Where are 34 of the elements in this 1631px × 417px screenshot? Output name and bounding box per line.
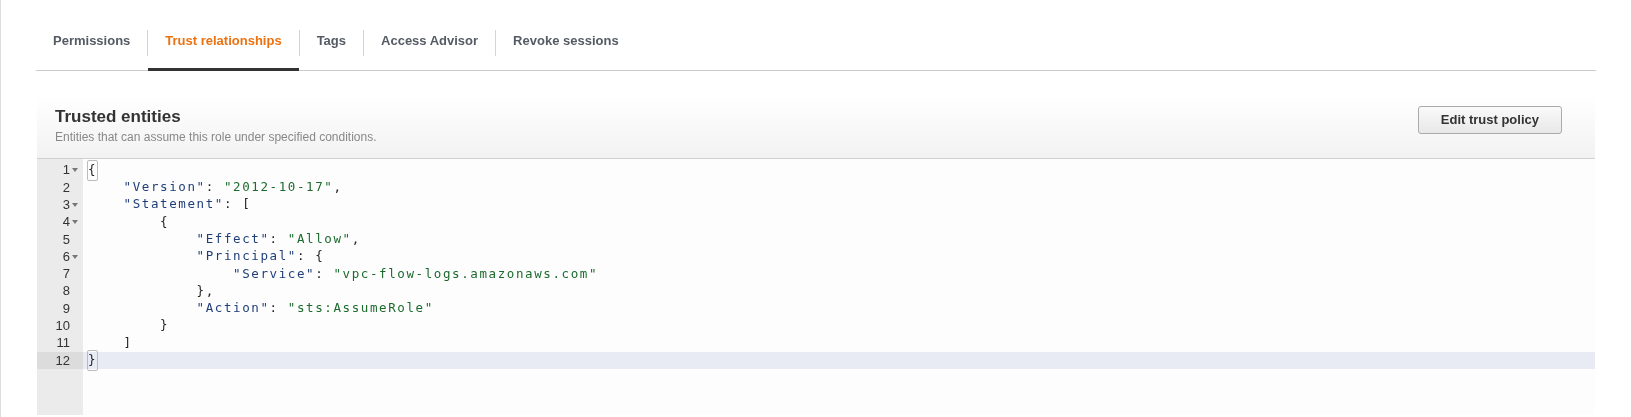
panel-title: Trusted entities bbox=[55, 105, 182, 128]
code-line: }, bbox=[195, 281, 215, 300]
line-number: 12 bbox=[55, 351, 70, 370]
line-number: 6 bbox=[62, 247, 70, 266]
code-line: "Principal": { bbox=[195, 247, 325, 266]
code-editor[interactable]: 1 2 3 4 5 6 7 8 9 10 11 12 { "Version": "2012-10-17", "Statement": [ { "Effect": "Allow", "Principal": { "Service": "vpc-flow-logs.amazonaws.com" }, "Action": "sts:AssumeRole" } ] } bbox=[37, 158, 1595, 415]
line-number: 9 bbox=[62, 299, 70, 318]
line-number: 4 bbox=[62, 213, 70, 232]
line-number: 5 bbox=[62, 230, 70, 249]
line-number: 8 bbox=[62, 282, 70, 301]
code-line: } bbox=[159, 316, 170, 335]
code-line: "Version": "2012-10-17", bbox=[122, 178, 343, 197]
fold-caret-icon[interactable] bbox=[72, 254, 78, 259]
line-number: 11 bbox=[56, 334, 70, 353]
line-number: 3 bbox=[62, 196, 70, 214]
tab[interactable]: Access Advisor bbox=[364, 26, 496, 71]
fold-caret-icon[interactable] bbox=[72, 168, 78, 173]
tab[interactable]: Permissions bbox=[36, 26, 148, 71]
line-number: 10 bbox=[55, 317, 70, 336]
line-number: 7 bbox=[62, 265, 70, 284]
line-number: 1 bbox=[62, 161, 70, 180]
panel-description: Entities that can assume this role under specified conditions. bbox=[55, 128, 377, 145]
tab[interactable]: Revoke sessions bbox=[496, 26, 636, 71]
code-line: ] bbox=[122, 333, 133, 352]
code-line: "Statement": [ bbox=[122, 195, 252, 214]
code-line: "Action": "sts:AssumeRole" bbox=[195, 299, 434, 318]
code-line: "Service": "vpc-flow-logs.amazonaws.com" bbox=[232, 264, 599, 283]
edit-trust-policy-button[interactable]: Edit trust policy bbox=[1417, 105, 1562, 134]
fold-caret-icon[interactable] bbox=[72, 220, 78, 225]
line-number: 2 bbox=[62, 178, 70, 197]
code-line: "Effect": "Allow", bbox=[195, 229, 361, 248]
fold-caret-icon[interactable] bbox=[72, 202, 78, 207]
tab[interactable]: Tags bbox=[299, 26, 364, 71]
code-line: { bbox=[159, 212, 170, 231]
